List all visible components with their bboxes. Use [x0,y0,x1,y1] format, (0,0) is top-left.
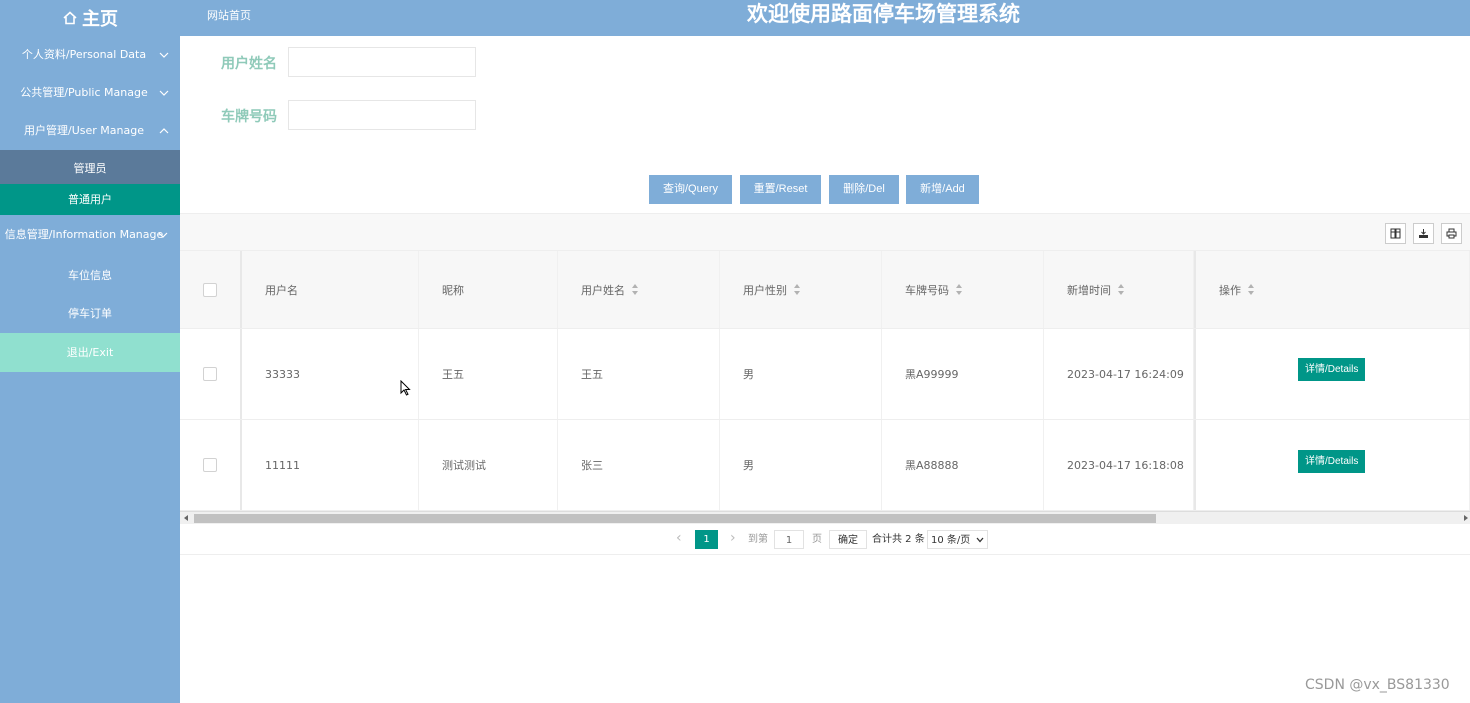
col-created-label: 新增时间 [1067,283,1111,297]
col-plate[interactable]: 车牌号码 [882,251,1044,328]
chevron-up-icon [159,128,169,134]
table-header: 用户名 昵称 用户姓名 用户性别 车牌号码 新增时间 操作 [180,251,1470,329]
details-button[interactable]: 详情/Details [1298,450,1366,473]
scroll-left-icon[interactable] [184,515,188,521]
col-nickname-label: 昵称 [442,283,464,297]
select-all-checkbox[interactable] [203,282,217,297]
menu-user-manage-label: 用户管理/User Manage [24,124,144,137]
menu-personal-data[interactable]: 个人资料/Personal Data [0,36,180,74]
cell-gender: 男 [720,329,882,419]
page-title: 欢迎使用路面停车场管理系统 [747,2,1020,26]
page-size-select[interactable]: 10 条/页 [927,530,989,549]
print-button[interactable] [1441,223,1462,244]
goto-label: 到第 [748,534,768,545]
cell-nickname: 王五 [419,329,558,419]
delete-button[interactable]: 删除/Del [829,175,899,204]
add-button[interactable]: 新增/Add [906,175,979,204]
page-size-value: 10 条/页 [931,535,971,546]
select-all-cell [180,251,242,328]
sort-icon[interactable] [794,284,801,295]
sort-icon[interactable] [1118,284,1125,295]
sidebar: 个人资料/Personal Data 公共管理/Public Manage 用户… [0,36,180,703]
export-button[interactable] [1413,223,1434,244]
watermark: CSDN @vx_BS81330 [1305,677,1450,693]
col-nickname[interactable]: 昵称 [419,251,558,328]
cell-created: 2023-04-17 16:18:08 [1044,420,1194,510]
reset-button[interactable]: 重置/Reset [740,175,821,204]
cell-gender: 男 [720,420,882,510]
chevron-down-icon [158,232,168,238]
table-toolbar [180,213,1470,251]
chevron-down-icon [159,90,169,96]
total-count: 合计共 2 条 [872,534,925,545]
username-label: 用户姓名 [221,56,277,72]
scrollbar-thumb[interactable] [194,514,1156,523]
next-page-icon[interactable]: › [730,529,736,548]
menu-user-manage[interactable]: 用户管理/User Manage [0,112,180,150]
mouse-cursor-icon [400,380,411,396]
menu-information-manage-label: 信息管理/Information Manage [4,228,164,241]
columns-icon [1390,228,1401,239]
submenu-normal-user[interactable]: 普通用户 [0,184,180,215]
cell-plate: 黑A88888 [882,420,1044,510]
col-gender-label: 用户性别 [743,283,787,297]
username-input[interactable] [288,47,476,77]
plate-label: 车牌号码 [221,109,277,125]
col-plate-label: 车牌号码 [905,283,949,297]
col-action[interactable]: 操作 [1194,251,1470,328]
col-created[interactable]: 新增时间 [1044,251,1194,328]
details-button[interactable]: 详情/Details [1298,358,1366,381]
cell-username: 11111 [242,420,419,510]
menu-public-manage-label: 公共管理/Public Manage [20,86,148,99]
horizontal-scrollbar[interactable] [180,511,1470,524]
row-select-cell [180,329,242,419]
sort-icon[interactable] [1248,284,1255,295]
cell-realname: 张三 [558,420,720,510]
cell-created: 2023-04-17 16:24:09 [1044,329,1194,419]
col-username-label: 用户名 [265,283,298,297]
menu-parking-order[interactable]: 停车订单 [0,295,180,333]
top-bar: 主页 网站首页 欢迎使用路面停车场管理系统 [0,0,1470,36]
row-checkbox[interactable] [203,367,217,381]
scroll-right-icon[interactable] [1464,515,1468,521]
row-checkbox[interactable] [203,458,217,472]
cell-action: 详情/Details [1194,329,1470,419]
prev-page-icon[interactable]: ‹ [676,529,682,548]
table-row: 33333 王五 王五 男 黑A99999 2023-04-17 16:24:0… [180,329,1470,420]
col-gender[interactable]: 用户性别 [720,251,882,328]
cell-plate: 黑A99999 [882,329,1044,419]
table-row: 11111 测试测试 张三 男 黑A88888 2023-04-17 16:18… [180,420,1470,511]
menu-exit[interactable]: 退出/Exit [0,333,180,372]
cell-action: 详情/Details [1194,420,1470,510]
page-current[interactable]: 1 [695,530,718,549]
col-realname-label: 用户姓名 [581,283,625,297]
cell-nickname: 测试测试 [419,420,558,510]
submenu-admin[interactable]: 管理员 [0,150,180,184]
cell-realname: 王五 [558,329,720,419]
cell-username: 33333 [242,329,419,419]
query-button[interactable]: 查询/Query [649,175,732,204]
chevron-down-icon [976,537,984,543]
columns-filter-button[interactable] [1385,223,1406,244]
page-unit-label: 页 [812,534,822,545]
pagination: ‹ 1 › 到第 1 页 确定 合计共 2 条 10 条/页 [180,524,1470,555]
goto-page-input[interactable]: 1 [774,530,804,549]
user-manage-submenu: 管理员 普通用户 [0,150,180,215]
col-username[interactable]: 用户名 [242,251,419,328]
menu-personal-data-label: 个人资料/Personal Data [21,48,147,61]
menu-public-manage[interactable]: 公共管理/Public Manage [0,74,180,112]
goto-confirm-button[interactable]: 确定 [829,530,867,549]
menu-information-manage[interactable]: 信息管理/Information Manage [0,219,180,257]
export-icon [1419,229,1428,238]
row-select-cell [180,420,242,510]
menu-parking-space[interactable]: 车位信息 [0,257,180,295]
print-icon [1446,228,1457,239]
col-realname[interactable]: 用户姓名 [558,251,720,328]
sort-icon[interactable] [632,284,639,295]
sort-icon[interactable] [956,284,963,295]
col-action-label: 操作 [1219,283,1241,297]
chevron-down-icon [159,52,169,58]
plate-input[interactable] [288,100,476,130]
